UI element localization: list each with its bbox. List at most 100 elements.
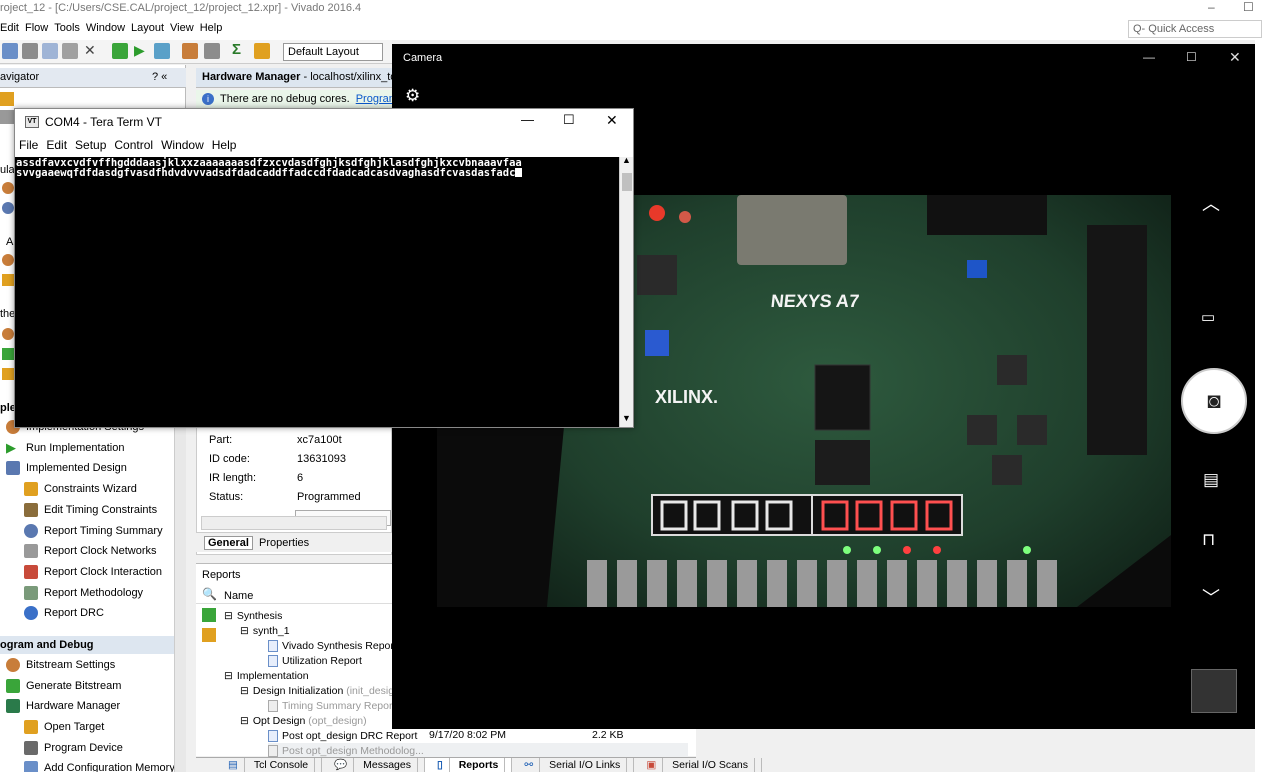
report-timing-summary[interactable]: Timing Summary Report (268, 698, 395, 713)
terminal-scrollbar[interactable]: ▲ ▼ (619, 155, 633, 427)
quick-access-search[interactable]: Q- Quick Access (1128, 20, 1262, 38)
tree-opt-design[interactable]: ⊟ Opt Design (opt_design) (240, 713, 367, 728)
tab-tcl-console[interactable]: ▤ Tcl Console (216, 758, 323, 772)
nav-program-device[interactable]: Program Device (24, 739, 123, 757)
teraterm-minimize-icon[interactable]: — (521, 112, 534, 127)
nav-report-clock-interaction[interactable]: Report Clock Interaction (24, 563, 162, 581)
camera-title: Camera (403, 52, 443, 64)
tt-menu-window[interactable]: Window (161, 138, 204, 152)
whiteboard-mode-icon[interactable]: ⊓ (1202, 530, 1215, 550)
photo-capture-button[interactable]: ◙ (1181, 368, 1247, 434)
video-mode-icon[interactable]: ▭ (1201, 308, 1215, 326)
nav-report-drc[interactable]: Report DRC (24, 604, 104, 622)
menu-flow[interactable]: Flow (25, 22, 48, 34)
menu-view[interactable]: View (170, 22, 194, 34)
nav-report-timing-summary[interactable]: Report Timing Summary (24, 522, 163, 540)
chevron-up-icon[interactable]: ︿ (1202, 190, 1220, 216)
nav-run-implementation[interactable]: ▶ Run Implementation (6, 439, 124, 457)
teraterm-maximize-icon[interactable]: ☐ (563, 112, 575, 128)
flow-navigator-header: avigator ? « (0, 68, 186, 88)
report-drc[interactable]: Post opt_design DRC Report (268, 728, 417, 743)
tab-serial-io-links[interactable]: ⚯ Serial I/O Links (512, 758, 635, 772)
tab-messages[interactable]: 💬 Messages (322, 758, 425, 772)
menu-layout[interactable]: Layout (131, 22, 164, 34)
menu-window[interactable]: Window (86, 22, 125, 34)
camera-minimize-icon[interactable]: — (1143, 50, 1155, 64)
sum-icon[interactable]: Σ (232, 42, 248, 59)
tab-properties[interactable]: Properties (259, 537, 309, 549)
tt-menu-file[interactable]: File (19, 138, 38, 152)
maximize-icon[interactable]: ☐ (1243, 0, 1254, 14)
nav-label: Run Implementation (26, 442, 125, 454)
camera-settings-icon[interactable]: ⚙ (405, 86, 420, 106)
tt-menu-edit[interactable]: Edit (46, 138, 67, 152)
save-icon[interactable] (22, 43, 38, 59)
tree-synthesis[interactable]: ⊟ Synthesis (224, 608, 282, 623)
report-vivado-synthesis[interactable]: Vivado Synthesis Report (268, 638, 397, 653)
copy-icon[interactable] (42, 43, 58, 59)
nav-label: Add Configuration Memory (44, 762, 175, 772)
paste-icon[interactable] (62, 43, 78, 59)
messages-icon: 💬 (328, 758, 355, 772)
navigator-scrollbar[interactable] (174, 425, 186, 772)
expand-all-icon[interactable] (0, 92, 14, 106)
run-icon[interactable]: ▶ (134, 43, 150, 59)
tools-icon[interactable] (204, 43, 220, 59)
tt-menu-control[interactable]: Control (114, 138, 153, 152)
last-photo-thumbnail[interactable] (1191, 669, 1237, 713)
collapse-icon: ⊟ (240, 624, 249, 637)
nav-hardware-manager[interactable]: Hardware Manager (6, 697, 120, 715)
teraterm-close-icon[interactable]: ✕ (606, 112, 618, 129)
layout-dropdown[interactable]: Default Layout (283, 43, 383, 61)
collapse-all-icon[interactable] (202, 608, 216, 622)
settings-icon[interactable] (182, 43, 198, 59)
terminal-line-2: svvgaaewqfdfdasdgfvasdfhdvdvvvadsdfdadca… (16, 168, 619, 178)
properties-hscrollbar[interactable] (201, 516, 387, 530)
scroll-up-icon[interactable]: ▲ (622, 155, 631, 165)
search-icon[interactable]: 🔍 (202, 587, 217, 601)
report-utilization[interactable]: Utilization Report (268, 653, 362, 668)
nav-report-clock-networks[interactable]: Report Clock Networks (24, 542, 156, 560)
program-icon[interactable] (154, 43, 170, 59)
run-all-icon[interactable] (112, 43, 128, 59)
nav-bitstream-settings[interactable]: Bitstream Settings (6, 656, 115, 674)
nav-generate-bitstream[interactable]: Generate Bitstream (6, 677, 121, 695)
column-name: Name (224, 590, 254, 602)
prop-label: Status: (209, 491, 244, 503)
nav-add-configuration-memory[interactable]: Add Configuration Memory (24, 759, 175, 772)
menu-help[interactable]: Help (200, 22, 223, 34)
tt-menu-help[interactable]: Help (212, 138, 237, 152)
tree-implementation[interactable]: ⊟ Implementation (224, 668, 309, 683)
minimize-icon[interactable]: – (1208, 0, 1215, 14)
document-mode-icon[interactable]: ▤ (1203, 470, 1219, 490)
scroll-down-icon[interactable]: ▼ (622, 413, 631, 423)
terminal-output[interactable]: assdfavxcvdfvffhgdddaasjklxxzaaaaaaasdfz… (15, 157, 619, 427)
settings-icon (6, 658, 20, 672)
delete-icon[interactable]: ✕ (84, 43, 100, 59)
nav-edit-timing-constraints[interactable]: Edit Timing Constraints (24, 501, 157, 519)
report-methodology[interactable]: Post opt_design Methodolog... (268, 743, 688, 758)
chevron-down-icon[interactable]: ﹀ (1202, 584, 1220, 610)
nav-constraints-wizard[interactable]: Constraints Wizard (24, 480, 137, 498)
program-device-link[interactable]: Program d (356, 93, 396, 105)
expand-all-icon[interactable] (202, 628, 216, 642)
camera-maximize-icon[interactable]: ☐ (1186, 50, 1197, 64)
tree-synth-1[interactable]: ⊟ synth_1 (240, 623, 290, 638)
navigator-controls[interactable]: ? « (152, 71, 167, 83)
tt-menu-setup[interactable]: Setup (75, 138, 106, 152)
tab-reports[interactable]: ▯ Reports (424, 758, 513, 772)
menu-edit[interactable]: Edit (0, 22, 19, 34)
tab-general[interactable]: General (204, 536, 253, 550)
report-icon[interactable] (254, 43, 270, 59)
open-icon[interactable] (2, 43, 18, 59)
scroll-thumb[interactable] (622, 173, 632, 191)
nav-open-target[interactable]: Open Target (24, 718, 104, 736)
hardware-manager-title: Hardware Manager (202, 71, 301, 83)
camera-close-icon[interactable]: ✕ (1229, 49, 1241, 66)
nav-implemented-design[interactable]: Implemented Design (6, 459, 127, 477)
tab-serial-io-scans[interactable]: ▣ Serial I/O Scans (634, 758, 763, 772)
nav-row-icon (0, 110, 14, 124)
nav-report-methodology[interactable]: Report Methodology (24, 584, 143, 602)
tree-design-initialization[interactable]: ⊟ Design Initialization (init_design (240, 683, 400, 698)
menu-tools[interactable]: Tools (54, 22, 80, 34)
